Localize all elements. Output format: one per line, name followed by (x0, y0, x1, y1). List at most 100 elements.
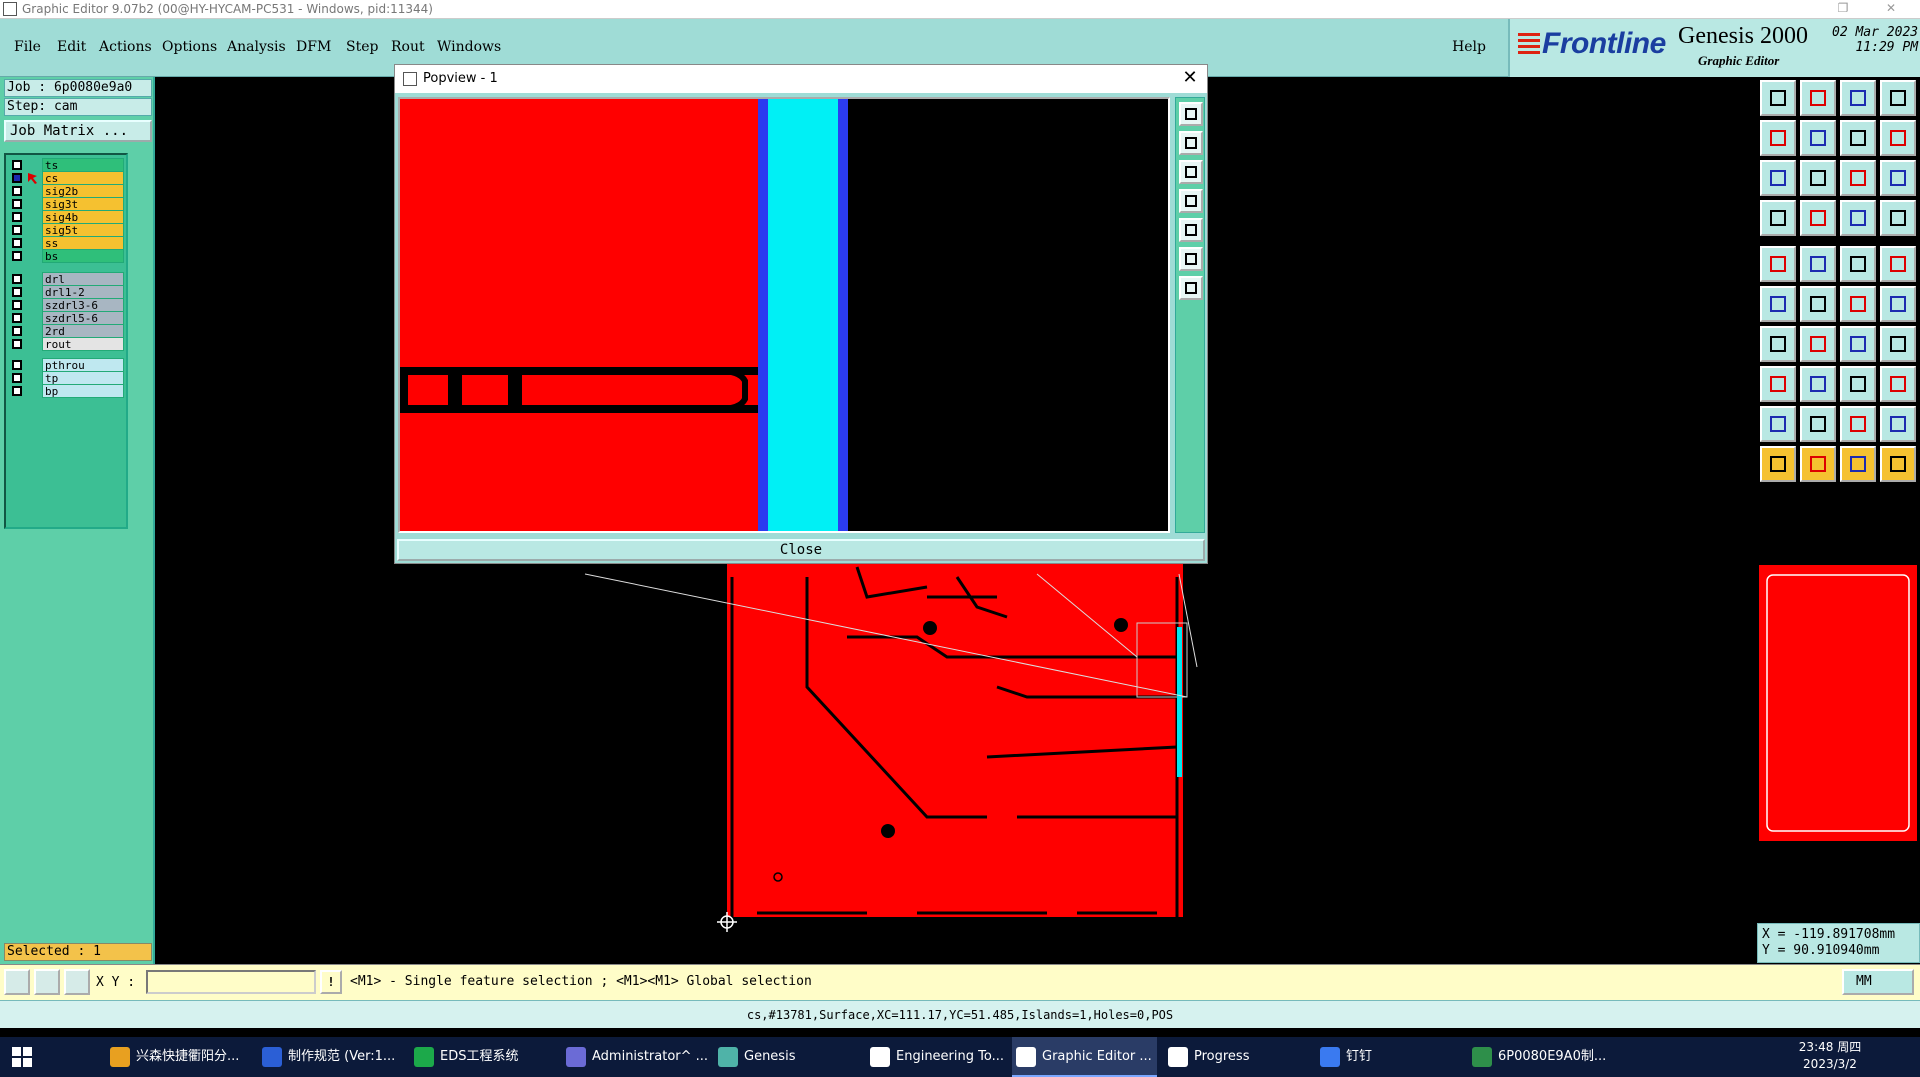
start-icon[interactable] (12, 1047, 32, 1067)
menu-options[interactable]: Options (162, 39, 217, 55)
tool-icon-2-3[interactable] (1880, 160, 1916, 196)
popview-tool-icon[interactable] (1179, 160, 1203, 184)
tool-icon-8-3[interactable] (1880, 406, 1916, 442)
layer-row-ts[interactable]: ts (8, 158, 126, 172)
layer-row-bs[interactable]: bs (8, 249, 126, 263)
tool-icon-4-1[interactable] (1800, 246, 1836, 282)
tool-icon-0-3[interactable] (1880, 80, 1916, 116)
layer-checkbox[interactable] (12, 300, 22, 310)
layer-checkbox[interactable] (12, 274, 22, 284)
tool-icon-5-2[interactable] (1840, 286, 1876, 322)
popview-tool-icon[interactable] (1179, 189, 1203, 213)
layer-checkbox[interactable] (12, 339, 22, 349)
tool-icon-5-3[interactable] (1880, 286, 1916, 322)
menu-rout[interactable]: Rout (391, 39, 425, 55)
tool-icon-9-0[interactable] (1760, 446, 1796, 482)
tool-icon-4-2[interactable] (1840, 246, 1876, 282)
menu-file[interactable]: File (14, 39, 41, 55)
tool-icon-1-2[interactable] (1840, 120, 1876, 156)
system-clock[interactable]: 23:48 周四 2023/3/2 (1790, 1039, 1870, 1073)
layer-row-sig2b[interactable]: sig2b (8, 184, 126, 198)
layer-row-szdrl3-6[interactable]: szdrl3-6 (8, 298, 126, 312)
tool-icon-1-0[interactable] (1760, 120, 1796, 156)
tool-icon-4-0[interactable] (1760, 246, 1796, 282)
tool-icon-3-2[interactable] (1840, 200, 1876, 236)
layer-checkbox[interactable] (12, 313, 22, 323)
tool-icon-7-3[interactable] (1880, 366, 1916, 402)
grid-tool-icon[interactable] (64, 969, 90, 995)
taskbar-item[interactable]: Graphic Editor ... (1012, 1037, 1157, 1077)
units-button[interactable]: MM (1842, 969, 1914, 995)
tool-icon-7-1[interactable] (1800, 366, 1836, 402)
layer-row-rout[interactable]: rout (8, 337, 126, 351)
tool-icon-8-0[interactable] (1760, 406, 1796, 442)
layer-row-tp[interactable]: tp (8, 371, 126, 385)
tool-icon-6-0[interactable] (1760, 326, 1796, 362)
tool-icon-2-2[interactable] (1840, 160, 1876, 196)
tool-icon-1-1[interactable] (1800, 120, 1836, 156)
popview-close-icon[interactable]: ✕ (1179, 67, 1201, 89)
layer-name[interactable]: rout (42, 337, 124, 351)
popview-canvas[interactable] (398, 97, 1170, 533)
tool-icon-1-3[interactable] (1880, 120, 1916, 156)
layer-name[interactable]: sig5t (42, 223, 124, 237)
taskbar-item[interactable]: Engineering To... (866, 1037, 1006, 1077)
layer-name[interactable]: bs (42, 249, 124, 263)
taskbar-item[interactable]: Genesis (714, 1037, 859, 1077)
tool-icon-8-2[interactable] (1840, 406, 1876, 442)
layer-checkbox[interactable] (12, 251, 22, 261)
layer-row-szdrl5-6[interactable]: szdrl5-6 (8, 311, 126, 325)
layer-name[interactable]: tp (42, 371, 124, 385)
layer-row-sig5t[interactable]: sig5t (8, 223, 126, 237)
layer-checkbox[interactable] (12, 373, 22, 383)
tool-icon-3-1[interactable] (1800, 200, 1836, 236)
layer-name[interactable]: szdrl3-6 (42, 298, 124, 312)
restore-icon[interactable]: ❐ (1828, 1, 1858, 15)
layer-checkbox[interactable] (12, 225, 22, 235)
menu-actions[interactable]: Actions (99, 39, 152, 55)
menu-analysis[interactable]: Analysis (227, 39, 286, 55)
layer-checkbox[interactable] (12, 326, 22, 336)
taskbar-item[interactable]: 兴森快捷衢阳分... (106, 1037, 251, 1077)
layer-checkbox[interactable] (12, 160, 22, 170)
tool-icon-0-2[interactable] (1840, 80, 1876, 116)
tool-icon-9-2[interactable] (1840, 446, 1876, 482)
tool-icon-5-0[interactable] (1760, 286, 1796, 322)
popview-tool-icon[interactable] (1179, 102, 1203, 126)
tool-icon-0-1[interactable] (1800, 80, 1836, 116)
layer-row-cs[interactable]: cs (8, 171, 126, 185)
layer-checkbox[interactable] (12, 386, 22, 396)
tool-icon-8-1[interactable] (1800, 406, 1836, 442)
tool-icon-7-2[interactable] (1840, 366, 1876, 402)
taskbar-item[interactable]: Progress (1164, 1037, 1309, 1077)
layer-checkbox[interactable] (12, 287, 22, 297)
popview-close-button[interactable]: Close (397, 539, 1205, 561)
minimap[interactable] (1759, 565, 1917, 841)
layer-name[interactable]: pthrou (42, 358, 124, 372)
layer-checkbox[interactable] (12, 173, 22, 183)
layer-name[interactable]: sig3t (42, 197, 124, 211)
layer-name[interactable]: ts (42, 158, 124, 172)
measure-tool-icon[interactable] (34, 969, 60, 995)
job-matrix-button[interactable]: Job Matrix ... (4, 120, 152, 142)
menu-windows[interactable]: Windows (437, 39, 501, 55)
popview-tool-icon[interactable] (1179, 276, 1203, 300)
layer-row-drl[interactable]: drl (8, 272, 126, 286)
layer-row-sig3t[interactable]: sig3t (8, 197, 126, 211)
layer-row-bp[interactable]: bp (8, 384, 126, 398)
exclamation-button[interactable]: ! (320, 970, 342, 994)
popview-tool-icon[interactable] (1179, 131, 1203, 155)
tool-icon-7-0[interactable] (1760, 366, 1796, 402)
layer-checkbox[interactable] (12, 199, 22, 209)
menu-help[interactable]: Help (1452, 39, 1486, 55)
layer-name[interactable]: sig2b (42, 184, 124, 198)
layer-row-drl1-2[interactable]: drl1-2 (8, 285, 126, 299)
taskbar-item[interactable]: EDS工程系统 (410, 1037, 555, 1077)
tool-icon-5-1[interactable] (1800, 286, 1836, 322)
xy-input[interactable] (146, 970, 316, 994)
layer-row-2rd[interactable]: 2rd (8, 324, 126, 338)
menu-dfm[interactable]: DFM (296, 39, 331, 55)
tool-icon-6-1[interactable] (1800, 326, 1836, 362)
menu-step[interactable]: Step (346, 39, 378, 55)
layer-checkbox[interactable] (12, 360, 22, 370)
